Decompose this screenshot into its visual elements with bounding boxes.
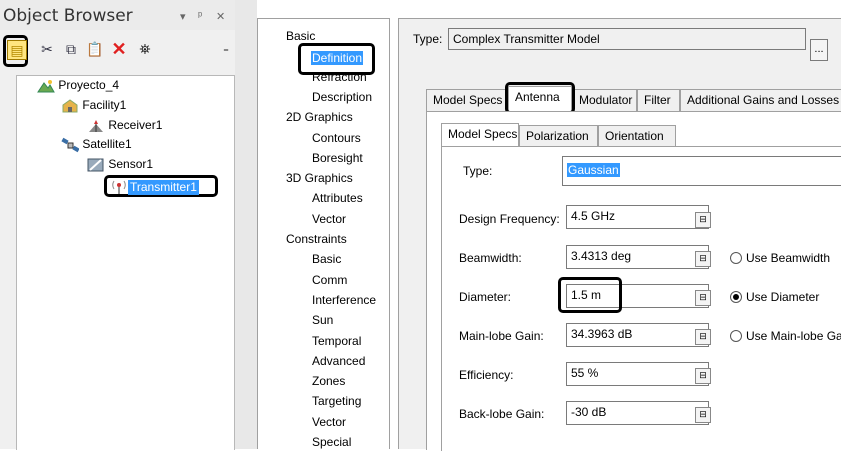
page-comm[interactable]: Comm: [312, 273, 347, 287]
page-description[interactable]: Description: [312, 90, 372, 104]
page-sun[interactable]: Sun: [312, 313, 333, 327]
page-advanced[interactable]: Advanced: [312, 354, 365, 368]
paste-icon[interactable]: 📋: [86, 40, 104, 58]
properties-main-panel: Type: Complex Transmitter Model ... Mode…: [398, 18, 841, 451]
units-icon[interactable]: ⊟: [695, 212, 711, 228]
diameter-label: Diameter:: [459, 290, 512, 304]
tree-item-transmitter[interactable]: Transmitter1: [104, 175, 218, 197]
page-special[interactable]: Special: [312, 435, 351, 449]
dropdown-icon[interactable]: ▾: [180, 10, 186, 23]
main-lobe-gain-label: Main-lobe Gain:: [459, 329, 544, 343]
page-constraints-vector[interactable]: Vector: [312, 415, 346, 429]
units-icon[interactable]: ⊟: [695, 290, 711, 306]
design-frequency-label: Design Frequency:: [459, 212, 560, 226]
facility-icon: [61, 98, 79, 114]
tab-additional-gains[interactable]: Additional Gains and Losses: [680, 89, 841, 111]
design-frequency-field[interactable]: 4.5 GHz: [566, 205, 709, 229]
tab-filter[interactable]: Filter: [637, 89, 680, 111]
page-vector[interactable]: Vector: [312, 212, 346, 226]
object-browser-title: Object Browser: [3, 6, 133, 26]
back-lobe-gain-field[interactable]: -30 dB: [566, 401, 709, 425]
page-basic[interactable]: Basic: [286, 29, 315, 43]
use-beamwidth-radio[interactable]: [730, 252, 742, 264]
antenna-type-label: Type:: [463, 164, 493, 178]
page-contours[interactable]: Contours: [312, 131, 361, 145]
tab-model-specs[interactable]: Model Specs: [426, 89, 508, 111]
units-icon[interactable]: ⊟: [695, 368, 711, 384]
antenna-type-field[interactable]: Gaussian: [562, 156, 841, 186]
receiver-icon: [87, 118, 105, 134]
tree-item-label: Proyecto_4: [58, 78, 120, 93]
tree-item-label: Sensor1: [108, 157, 154, 172]
page-attributes[interactable]: Attributes: [312, 191, 363, 205]
efficiency-label: Efficiency:: [459, 368, 514, 382]
type-field: Complex Transmitter Model: [448, 28, 806, 50]
sensor-icon: [87, 157, 105, 173]
page-zones[interactable]: Zones: [312, 374, 345, 388]
main-lobe-gain-field[interactable]: 34.3963 dB: [566, 323, 709, 347]
units-icon[interactable]: ⊟: [695, 407, 711, 423]
units-icon[interactable]: ⊟: [695, 251, 711, 267]
units-icon[interactable]: ⊟: [695, 329, 711, 345]
properties-icon[interactable]: ▤: [7, 40, 27, 60]
subtab-polarization[interactable]: Polarization: [519, 125, 598, 147]
property-pages-list: Basic Definition Refraction Description 2D G…: [257, 18, 390, 449]
page-3d-graphics[interactable]: 3D Graphics: [286, 171, 353, 185]
tree-item-facility[interactable]: Facility1: [61, 98, 126, 114]
overflow-icon[interactable]: ₌: [217, 40, 235, 58]
subtab-model-specs[interactable]: Model Specs: [441, 123, 519, 146]
copy-icon[interactable]: ⧉: [62, 40, 80, 58]
type-label: Type:: [413, 32, 443, 46]
splitter[interactable]: [235, 0, 257, 449]
tree-item-label: Transmitter1: [128, 180, 199, 195]
efficiency-field[interactable]: 55 %: [566, 362, 709, 386]
page-constraints[interactable]: Constraints: [286, 232, 347, 246]
close-icon[interactable]: ✕: [216, 10, 225, 23]
tree-item-receiver[interactable]: Receiver1: [87, 118, 162, 134]
type-browse-button[interactable]: ...: [810, 39, 828, 61]
page-targeting[interactable]: Targeting: [312, 394, 361, 408]
tab-modulator[interactable]: Modulator: [572, 89, 637, 111]
page-constraints-basic[interactable]: Basic: [312, 252, 341, 266]
find-icon[interactable]: ⛯: [136, 40, 154, 58]
object-browser-titlebar: Object Browser ▾ ᵖ ✕: [0, 0, 235, 30]
tree-item-sensor[interactable]: Sensor1: [87, 157, 153, 173]
subtab-orientation[interactable]: Orientation: [598, 125, 676, 147]
satellite-icon: [61, 137, 80, 153]
use-diameter-label: Use Diameter: [746, 290, 820, 304]
delete-icon[interactable]: ✕: [110, 40, 128, 58]
page-interference[interactable]: Interference: [312, 293, 376, 307]
tree-item-label: Receiver1: [108, 118, 163, 133]
highlight-box: [298, 43, 375, 75]
object-browser-panel: Object Browser ▾ ᵖ ✕ ▤ ✂ ⧉ 📋 ✕ ⛯ ₌ Proye…: [0, 0, 235, 450]
antenna-tab-content: Model Specs Polarization Orientation Typ…: [426, 111, 841, 451]
use-main-lobe-gain-radio[interactable]: [730, 330, 742, 342]
tree-item-label: Facility1: [82, 98, 127, 113]
beamwidth-label: Beamwidth:: [459, 251, 522, 265]
use-beamwidth-label: Use Beamwidth: [746, 251, 831, 265]
page-2d-graphics[interactable]: 2D Graphics: [286, 110, 353, 124]
use-diameter-radio[interactable]: [730, 291, 742, 303]
object-tree: Proyecto_4 Facility1 Receiver1 Satellite…: [16, 75, 235, 450]
tree-item-satellite[interactable]: Satellite1: [61, 137, 132, 153]
back-lobe-gain-label: Back-lobe Gain:: [459, 407, 545, 421]
pin-icon[interactable]: ᵖ: [198, 10, 202, 22]
beamwidth-field[interactable]: 3.4313 deg: [566, 245, 709, 269]
tree-item-scenario[interactable]: Proyecto_4: [37, 78, 119, 94]
use-main-lobe-gain-label: Use Main-lobe Ga: [746, 329, 841, 343]
highlight-box: [558, 277, 622, 313]
antenna-type-value: Gaussian: [567, 163, 620, 177]
page-temporal[interactable]: Temporal: [312, 334, 361, 348]
cut-icon[interactable]: ✂: [38, 40, 56, 58]
page-boresight[interactable]: Boresight: [312, 151, 363, 165]
highlight-box: [505, 82, 575, 114]
tree-item-label: Satellite1: [82, 137, 132, 152]
scenario-icon: [37, 78, 55, 94]
transmitter-icon: [111, 179, 127, 198]
